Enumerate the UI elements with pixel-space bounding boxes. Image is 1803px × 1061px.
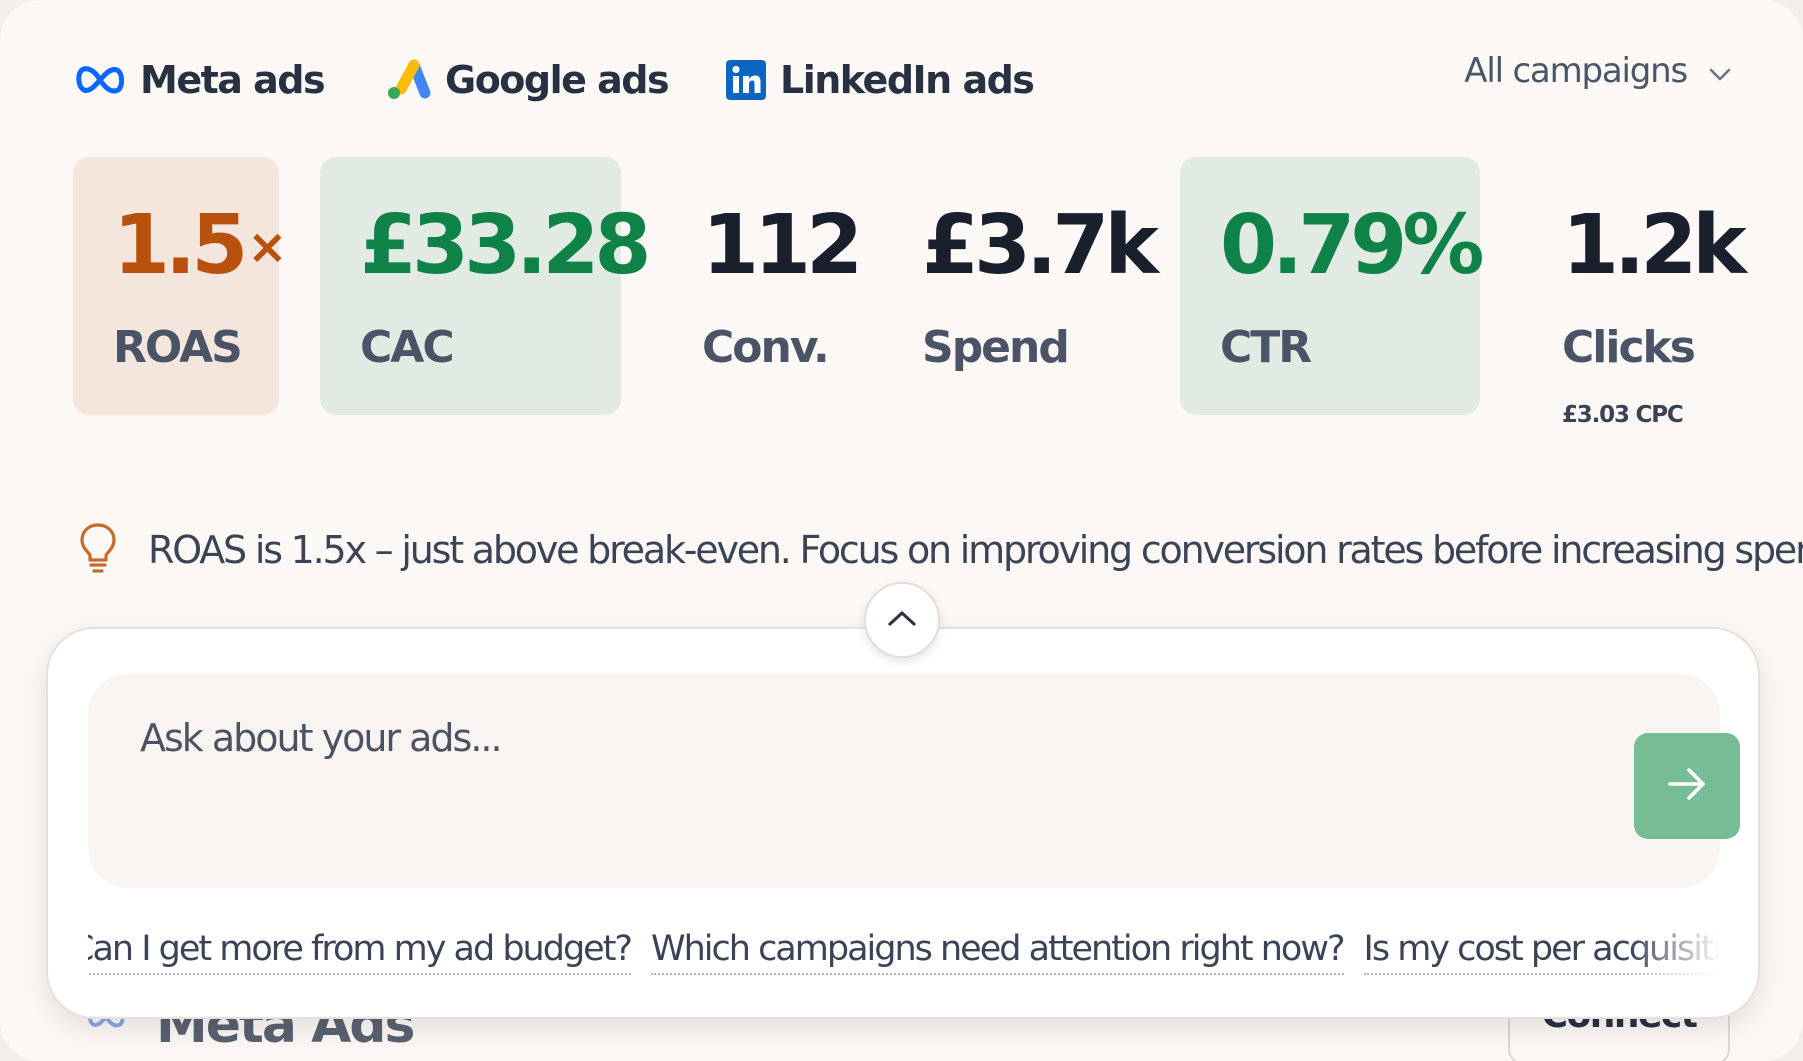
metric-conversions-label: Conv. (702, 322, 830, 373)
metric-roas-label: ROAS (113, 322, 243, 373)
chat-input-container (88, 674, 1740, 888)
meta-infinity-icon (74, 65, 126, 95)
send-button[interactable] (1634, 733, 1740, 839)
metric-clicks: 1.2k Clicks £3.03 CPC (1522, 157, 1747, 429)
metric-cac: £33.28 CAC (320, 157, 651, 415)
metric-clicks-value: 1.2k (1562, 198, 1747, 293)
collapse-button[interactable] (864, 582, 940, 658)
metric-conversions-value: 112 (702, 198, 863, 293)
tab-linkedin-ads-label: LinkedIn ads (780, 58, 1035, 102)
campaign-filter-label: All campaigns (1464, 51, 1688, 91)
suggestions-fade (1630, 929, 1720, 991)
arrow-right-icon (1665, 764, 1709, 808)
dashboard-card: Meta ads Google ads LinkedIn ads All cam… (0, 0, 1803, 1061)
tab-meta-ads[interactable]: Meta ads (74, 55, 326, 105)
chat-input[interactable] (138, 714, 1522, 838)
campaign-filter-dropdown[interactable]: All campaigns (1464, 48, 1731, 94)
metric-clicks-label: Clicks (1562, 322, 1696, 373)
metric-cac-label: CAC (360, 322, 455, 373)
tab-meta-ads-label: Meta ads (140, 58, 326, 102)
google-ads-icon (385, 59, 431, 101)
metric-roas-suffix: × (247, 219, 288, 275)
metric-roas-value: 1.5× (113, 198, 288, 293)
metric-ctr-label: CTR (1220, 322, 1312, 373)
tab-google-ads-label: Google ads (445, 58, 670, 102)
suggestion-chips: Can I get more from my ad budget? Which … (88, 929, 1720, 991)
metric-spend-value: £3.7k (922, 198, 1159, 293)
metric-cpc-subtext: £3.03 CPC (1562, 402, 1684, 428)
suggestion-chip[interactable]: Can I get more from my ad budget? (88, 929, 633, 975)
insight-banner: ROAS is 1.5x – just above break-even. Fo… (78, 520, 1803, 580)
lightbulb-icon (78, 522, 118, 578)
metric-spend: £3.7k Spend (882, 157, 1159, 415)
suggestion-chip[interactable]: Which campaigns need attention right now… (651, 929, 1346, 975)
metric-cac-value: £33.28 (360, 198, 651, 293)
insight-text: ROAS is 1.5x – just above break-even. Fo… (148, 528, 1803, 572)
linkedin-icon (726, 60, 766, 100)
tab-linkedin-ads[interactable]: LinkedIn ads (726, 55, 1035, 105)
metric-conversions: 112 Conv. (662, 157, 863, 415)
metric-roas: 1.5× ROAS (73, 157, 287, 415)
chevron-down-icon (1709, 51, 1731, 91)
metric-ctr: 0.79% CTR (1180, 157, 1484, 415)
metric-spend-label: Spend (922, 322, 1070, 373)
chevron-up-icon (887, 609, 917, 631)
tab-google-ads[interactable]: Google ads (385, 55, 670, 105)
metric-ctr-value: 0.79% (1220, 198, 1484, 293)
chat-panel: Can I get more from my ad budget? Which … (46, 627, 1760, 1019)
